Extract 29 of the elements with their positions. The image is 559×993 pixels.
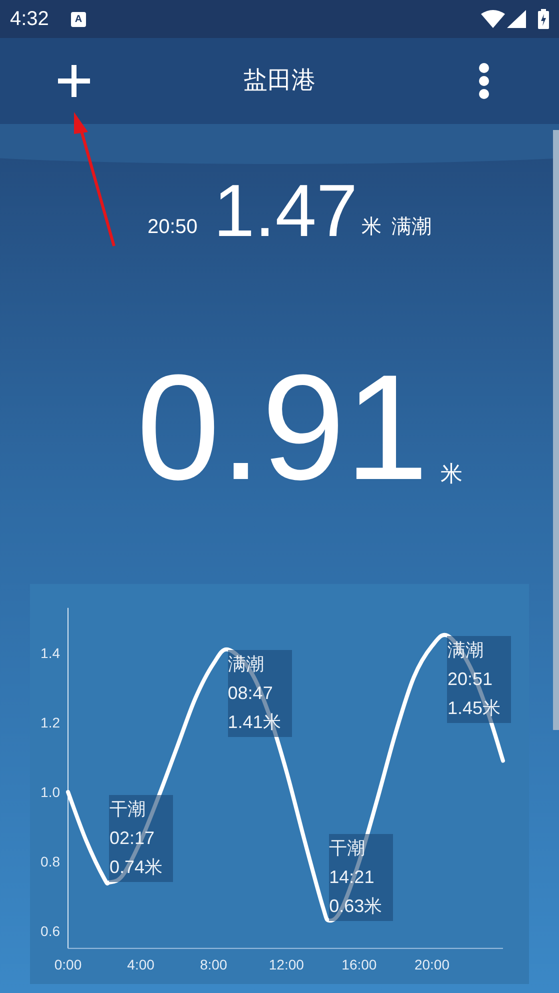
signal-icon	[507, 10, 526, 28]
x-tick-label: 20:00	[414, 956, 450, 972]
app-title: 盐田港	[244, 66, 316, 96]
y-tick-label: 1.4	[40, 645, 60, 661]
notification-icon: A	[70, 12, 86, 26]
x-tick-label: 16:00	[342, 956, 377, 972]
tide-extreme-label: 干潮 02:17 0.74米	[109, 795, 174, 882]
tide-extreme-label: 满潮 20:51 1.45米	[447, 636, 512, 723]
plus-icon	[57, 64, 91, 98]
y-tick-label: 1.2	[40, 714, 60, 730]
tide-extreme-label: 干潮 14:21 0.63米	[329, 834, 394, 921]
next-tide-time: 20:50	[147, 215, 198, 240]
current-tide-height: 0.91	[136, 362, 428, 492]
current-tide-unit: 米	[440, 460, 462, 488]
status-time: 4:32	[10, 7, 49, 32]
next-tide-height: 1.47	[214, 174, 358, 248]
battery-icon	[538, 9, 549, 29]
x-tick-label: 0:00	[54, 956, 82, 972]
tide-extreme-label: 满潮 08:47 1.41米	[228, 650, 292, 737]
y-tick-label: 0.6	[40, 923, 60, 939]
y-tick-label: 0.8	[40, 854, 60, 870]
x-tick-label: 4:00	[127, 956, 154, 972]
x-tick-label: 12:00	[268, 956, 304, 972]
y-tick-label: 1.0	[40, 784, 60, 800]
more-icon	[478, 62, 490, 100]
wifi-icon	[481, 10, 505, 28]
next-tide-unit: 米	[362, 215, 382, 240]
x-tick-label: 8:00	[200, 956, 228, 972]
next-tide-type: 满潮	[392, 215, 432, 240]
